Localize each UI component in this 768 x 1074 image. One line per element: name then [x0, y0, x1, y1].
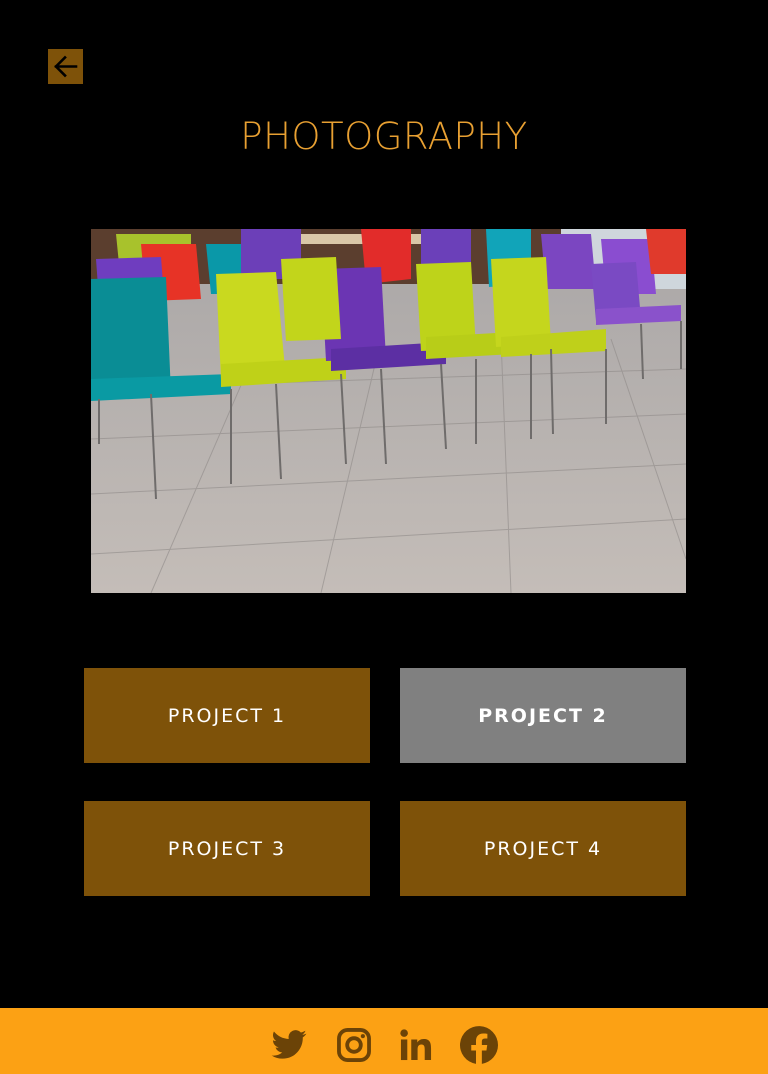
page-title: PHOTOGRAPHY	[240, 115, 528, 158]
twitter-link[interactable]	[270, 1026, 308, 1064]
back-button[interactable]	[48, 49, 83, 84]
twitter-icon	[271, 1030, 307, 1059]
facebook-icon	[460, 1026, 498, 1064]
project-4-button[interactable]: PROJECT 4	[400, 801, 686, 896]
linkedin-icon	[400, 1029, 432, 1061]
footer	[0, 1008, 768, 1074]
instagram-icon	[337, 1028, 371, 1062]
instagram-link[interactable]	[335, 1026, 373, 1064]
facebook-link[interactable]	[460, 1026, 498, 1064]
project-1-button[interactable]: PROJECT 1	[84, 668, 370, 763]
project-3-button[interactable]: PROJECT 3	[84, 801, 370, 896]
hero-image	[91, 229, 686, 593]
linkedin-link[interactable]	[397, 1026, 435, 1064]
project-2-button[interactable]: PROJECT 2	[400, 668, 686, 763]
arrow-left-icon	[54, 55, 78, 78]
